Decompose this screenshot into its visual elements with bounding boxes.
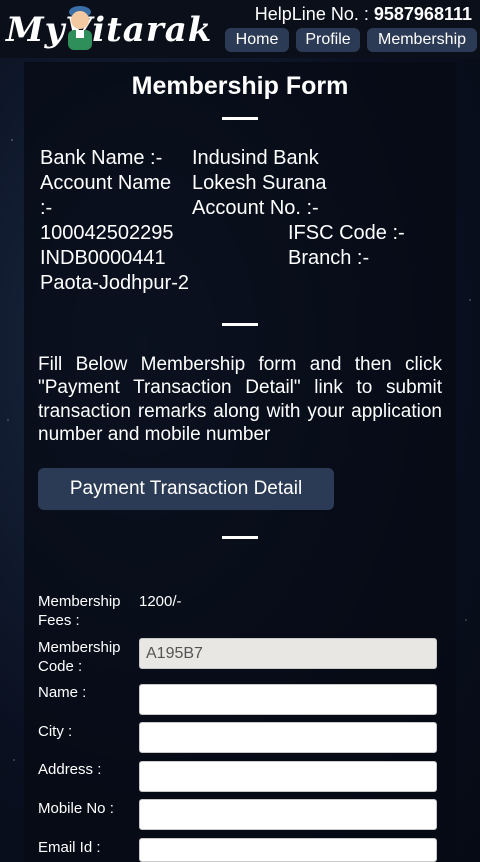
account-no-label: Account No. :- [192, 197, 319, 219]
bank-name-label: Bank Name :- [40, 147, 163, 169]
code-label-line2: Code : [38, 657, 83, 675]
payment-transaction-detail-button[interactable]: Payment Transaction Detail [38, 468, 334, 510]
nav-membership-button[interactable]: Membership [367, 28, 477, 52]
page-title: Membership Form [131, 72, 349, 100]
account-name-label: Account Name [40, 172, 172, 194]
divider [222, 323, 258, 326]
helpline-label: HelpLine No. : [254, 4, 369, 24]
mobile-label: Mobile No : [38, 800, 114, 817]
nav-profile-button[interactable]: Profile [296, 28, 360, 52]
account-name-value: Lokesh Surana [192, 172, 327, 194]
branch-label: Branch :- [288, 247, 370, 269]
account-name-colon: :- [40, 197, 53, 219]
helpline-number[interactable]: 9587968111 [374, 4, 472, 24]
membership-code-label: Membership Code : [38, 639, 121, 676]
city-label: City : [38, 723, 73, 740]
branch-value: Paota-Jodhpur-2 [40, 272, 189, 294]
ifsc-value: INDB0000441 [40, 247, 166, 269]
address-input[interactable] [139, 761, 437, 792]
divider [222, 536, 258, 539]
ifsc-label: IFSC Code :- [288, 222, 405, 244]
account-no-value: 100042502295 [40, 222, 174, 244]
mobile-input[interactable] [139, 799, 437, 830]
site-logo[interactable]: MyVitarak [6, 6, 213, 56]
code-label-line1: Membership [38, 639, 121, 656]
bank-name-value: Indusind Bank [192, 147, 319, 169]
name-label: Name : [38, 684, 87, 701]
address-label: Address : [38, 761, 102, 778]
name-input[interactable] [139, 684, 437, 715]
membership-fees-value: 1200/- [139, 593, 182, 610]
divider [222, 117, 258, 120]
fees-label-line2: Fees : [38, 611, 80, 629]
delivery-person-icon [68, 6, 92, 50]
logo-text: MyVitarak [6, 10, 213, 50]
header-bar: MyVitarak HelpLine No. : 9587968111 Home… [0, 0, 480, 58]
membership-code-input [139, 638, 437, 669]
nav-home-button[interactable]: Home [225, 28, 289, 52]
instructions-text: Fill Below Membership form and then clic… [38, 354, 442, 445]
membership-fees-label: Membership Fees : [38, 593, 121, 630]
email-input[interactable] [139, 838, 437, 862]
city-input[interactable] [139, 722, 437, 753]
helpline: HelpLine No. : 9587968111 [255, 4, 472, 25]
fees-label-line1: Membership [38, 593, 121, 610]
email-label: Email Id : [38, 839, 101, 856]
